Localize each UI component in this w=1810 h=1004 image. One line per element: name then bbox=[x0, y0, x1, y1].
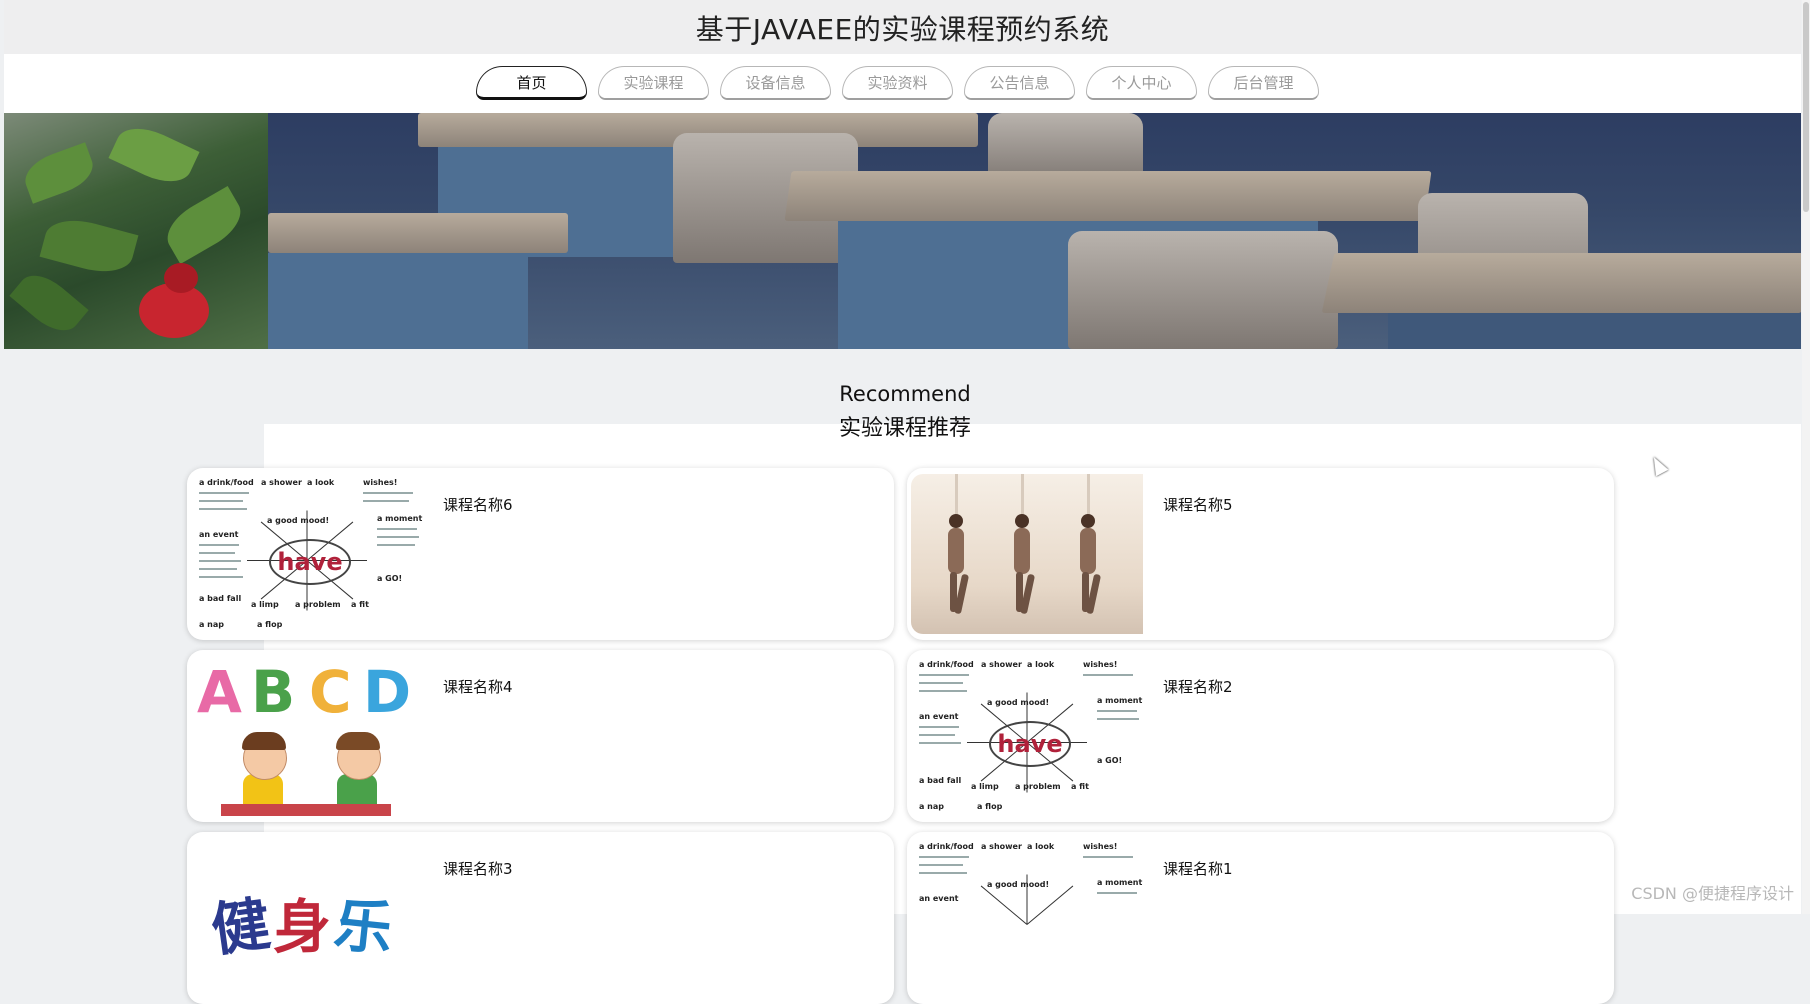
nav-tab-equipment[interactable]: 设备信息 bbox=[720, 66, 831, 100]
course-image-calligraphy[interactable]: 健 身 乐 bbox=[191, 838, 423, 998]
nav-tabs: 首页 实验课程 设备信息 实验资料 公告信息 个人中心 后台管理 bbox=[476, 66, 1319, 100]
course-card[interactable]: a drink/food a shower a look wishes! a g… bbox=[907, 650, 1614, 822]
course-name[interactable]: 课程名称2 bbox=[1163, 676, 1233, 697]
course-card[interactable]: 健 身 乐 课程名称3 bbox=[187, 832, 894, 1004]
nav-bar: 首页 实验课程 设备信息 实验资料 公告信息 个人中心 后台管理 bbox=[4, 54, 1801, 113]
course-card[interactable]: a drink/food a shower a look wishes! a g… bbox=[187, 468, 894, 640]
course-image-have-mindmap[interactable]: a drink/food a shower a look wishes! a g… bbox=[191, 474, 423, 634]
course-name[interactable]: 课程名称3 bbox=[443, 858, 513, 879]
recommend-title-en: Recommend bbox=[839, 382, 971, 406]
course-image-have-mindmap[interactable]: a drink/food a shower a look wishes! a g… bbox=[911, 838, 1143, 998]
recommend-title-cn: 实验课程推荐 bbox=[838, 416, 971, 441]
course-card[interactable]: A B C D 课程名称4 bbox=[187, 650, 894, 822]
have-word-oval: have bbox=[989, 721, 1071, 767]
nav-tab-notices[interactable]: 公告信息 bbox=[964, 66, 1075, 100]
site-title: 基于JAVAEE的实验课程预约系统 bbox=[695, 13, 1110, 46]
course-card[interactable]: 课程名称5 bbox=[907, 468, 1614, 640]
course-name[interactable]: 课程名称6 bbox=[443, 494, 513, 515]
have-word-oval: have bbox=[269, 539, 351, 585]
hero-banner[interactable] bbox=[4, 113, 1801, 349]
banner-classroom-image bbox=[268, 113, 1801, 349]
scroll-thumb[interactable] bbox=[1803, 2, 1809, 212]
nav-tab-courses[interactable]: 实验课程 bbox=[598, 66, 709, 100]
course-image-abcd-kids[interactable]: A B C D bbox=[191, 656, 423, 816]
nav-tab-materials[interactable]: 实验资料 bbox=[842, 66, 953, 100]
nav-tab-profile[interactable]: 个人中心 bbox=[1086, 66, 1197, 100]
nav-tab-home[interactable]: 首页 bbox=[476, 66, 587, 100]
top-header: 基于JAVAEE的实验课程预约系统 bbox=[4, 0, 1801, 54]
course-name[interactable]: 课程名称4 bbox=[443, 676, 513, 697]
course-image-have-mindmap[interactable]: a drink/food a shower a look wishes! a g… bbox=[911, 656, 1143, 816]
scrollbar[interactable] bbox=[1802, 0, 1810, 914]
nav-tab-admin[interactable]: 后台管理 bbox=[1208, 66, 1319, 100]
course-card[interactable]: a drink/food a shower a look wishes! a g… bbox=[907, 832, 1614, 1004]
course-image-yoga-class[interactable] bbox=[911, 474, 1143, 634]
banner-plant-image bbox=[4, 113, 268, 349]
course-name[interactable]: 课程名称5 bbox=[1163, 494, 1233, 515]
course-name[interactable]: 课程名称1 bbox=[1163, 858, 1233, 879]
watermark: CSDN @便捷程序设计 bbox=[1631, 884, 1794, 903]
